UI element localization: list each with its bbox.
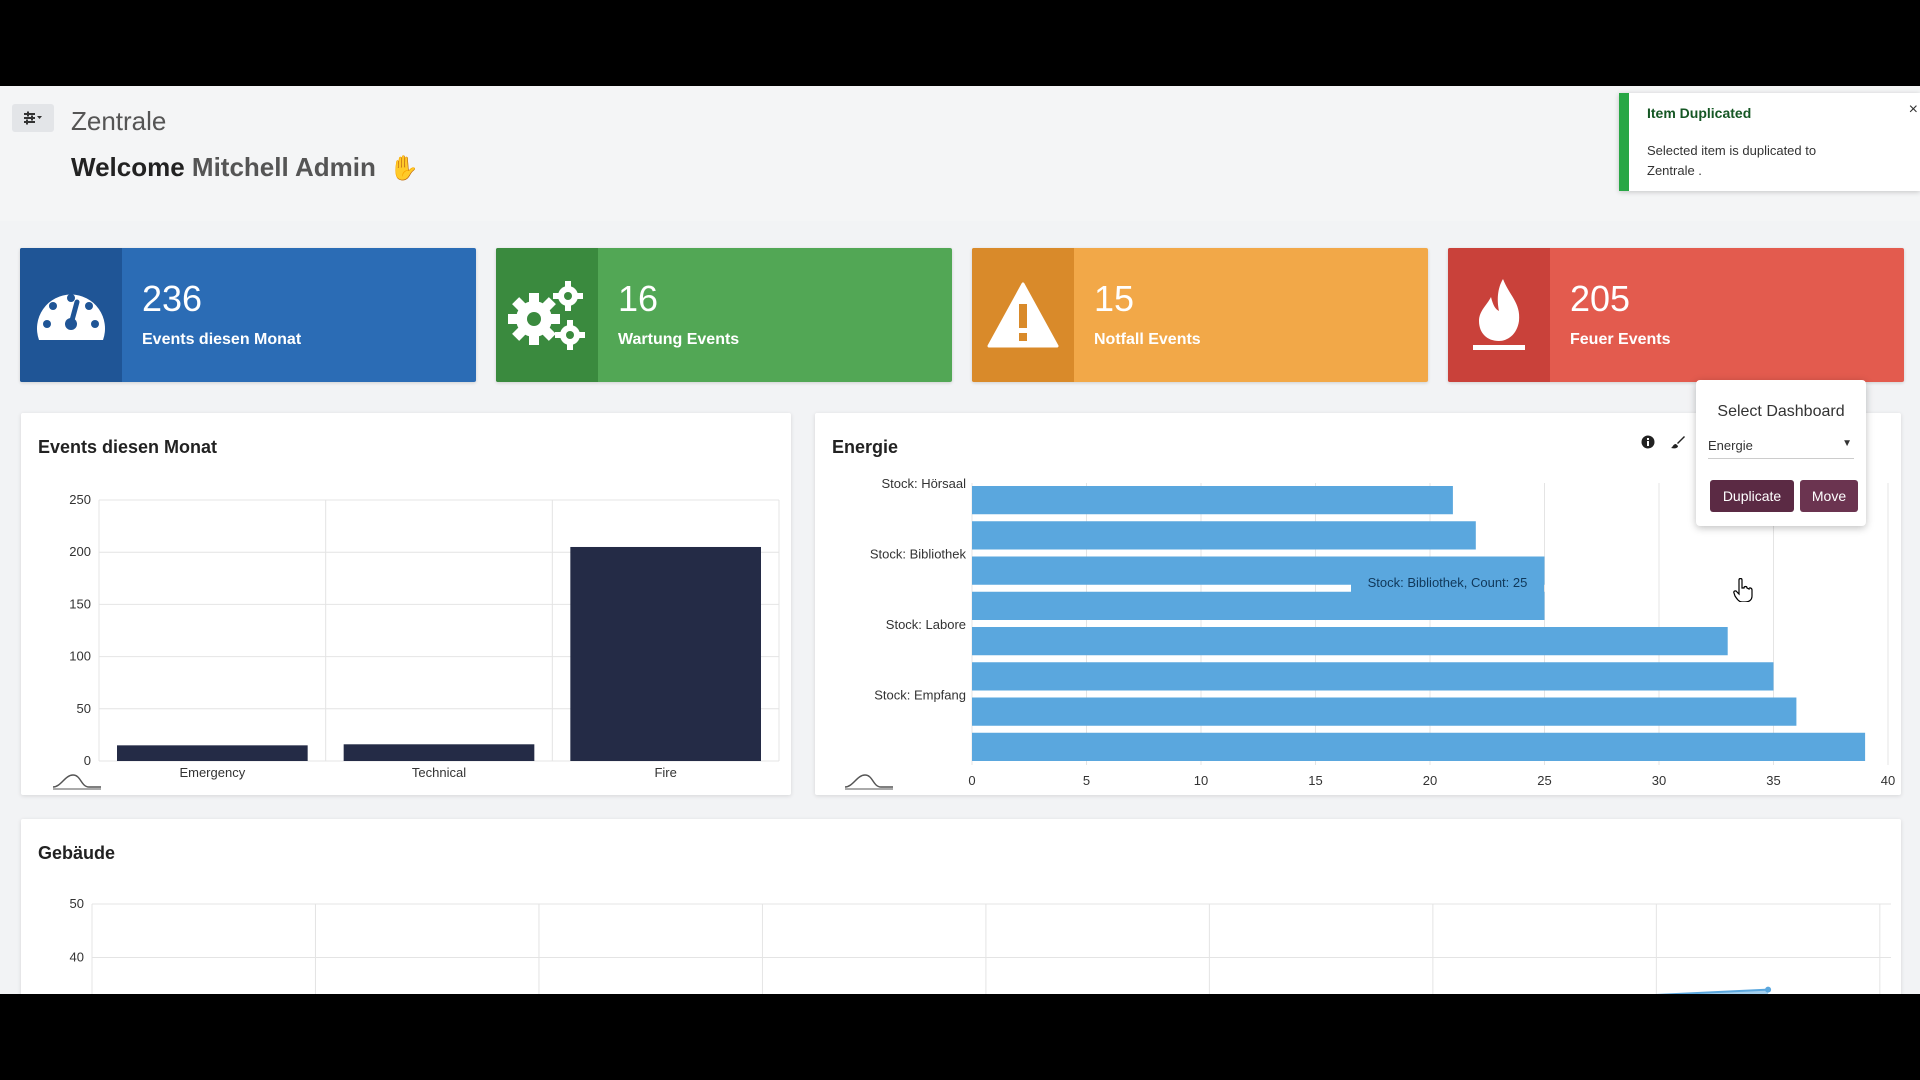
y-tick-label: 0 <box>84 753 91 768</box>
dashboard-title: Zentrale <box>71 106 167 136</box>
move-button[interactable]: Move <box>1800 480 1858 512</box>
kpi-icon-box <box>496 248 598 382</box>
kpi-tile-notfall[interactable]: 15 Notfall Events <box>972 248 1428 382</box>
welcome-message: Welcome Mitchell Admin ✋ <box>71 152 419 183</box>
x-tick-label: 25 <box>1537 773 1551 788</box>
bar <box>972 697 1797 726</box>
tachometer-icon <box>37 294 105 340</box>
kpi-tile-events-month[interactable]: 236 Events diesen Monat <box>20 248 476 382</box>
y-tick-label: Stock: Empfang <box>874 688 966 703</box>
user-name: Mitchell Admin <box>191 152 376 182</box>
select-dashboard-popover: Select Dashboard Energie ▼ Duplicate Mov… <box>1696 380 1866 526</box>
events-bar-chart: 0 50 100 150 200 250 Emergency Technical Fire <box>69 492 780 780</box>
y-tick-label: Stock: Labore <box>886 617 966 632</box>
x-tick-label: Technical <box>412 765 466 780</box>
bar <box>972 486 1453 515</box>
kpi-value: 15 <box>1094 278 1135 319</box>
kpi-tile-feuer[interactable]: 205 Feuer Events <box>1448 248 1904 382</box>
notification-toast: Item Duplicated Selected item is duplica… <box>1619 93 1920 191</box>
x-tick-label: 40 <box>1881 773 1895 788</box>
y-tick-label: 50 <box>70 896 84 911</box>
chart-type-icon[interactable] <box>843 773 895 793</box>
kpi-label: Wartung Events <box>618 331 740 348</box>
bar <box>972 521 1476 550</box>
x-tick-label: 20 <box>1423 773 1437 788</box>
kpi-icon-box <box>972 248 1074 382</box>
chevron-down-icon: ▼ <box>1842 438 1852 449</box>
y-tick-label: 250 <box>69 492 91 507</box>
chart-type-icon[interactable] <box>51 773 103 793</box>
y-tick-label: 150 <box>69 596 91 611</box>
dashboard-app: Zentrale Welcome Mitchell Admin ✋ 236 Ev… <box>0 86 1920 994</box>
hand-cursor-icon <box>1733 578 1753 602</box>
bar <box>972 732 1866 761</box>
y-tick-label: 50 <box>77 701 91 716</box>
filter-button[interactable] <box>12 104 54 132</box>
gebaude-chart-card: Gebäude 40 50 <box>21 819 1901 994</box>
kpi-value: 16 <box>618 278 659 319</box>
duplicate-button[interactable]: Duplicate <box>1710 480 1794 512</box>
bar <box>117 745 308 761</box>
kpi-icon-box <box>20 248 122 382</box>
warning-icon <box>987 282 1059 348</box>
kpi-label: Feuer Events <box>1570 331 1671 348</box>
kpi-icon-box <box>1448 248 1550 382</box>
toast-message: Selected item is duplicated to Zentrale … <box>1647 143 1817 178</box>
dashboard-select-value: Energie <box>1708 438 1753 453</box>
welcome-prefix: Welcome <box>71 152 185 182</box>
data-point <box>1765 986 1772 993</box>
toast-close-button[interactable]: × <box>1909 101 1918 119</box>
fire-icon <box>1473 279 1525 350</box>
toast-title: Item Duplicated <box>1647 105 1752 121</box>
y-tick-label: 200 <box>69 544 91 559</box>
gears-icon <box>508 281 585 350</box>
x-tick-label: 10 <box>1194 773 1208 788</box>
bar <box>972 662 1774 691</box>
x-tick-label: 5 <box>1083 773 1090 788</box>
events-chart-card: Events diesen Monat 0 50 100 150 200 250 Emerg… <box>21 413 791 795</box>
x-tick-label: 15 <box>1308 773 1322 788</box>
y-tick-label: Stock: Hörsaal <box>881 476 966 491</box>
kpi-value: 236 <box>142 278 203 319</box>
kpi-label: Events diesen Monat <box>142 331 302 348</box>
popover-title: Select Dashboard <box>1717 403 1845 420</box>
waving-hand-icon: ✋ <box>389 155 419 182</box>
kpi-tile-wartung[interactable]: 16 Wartung Events <box>496 248 952 382</box>
chart-tooltip: Stock: Bibliothek, Count: 25 <box>1351 567 1544 597</box>
y-tick-label: Stock: Bibliothek <box>870 547 967 562</box>
x-tick-label: 30 <box>1652 773 1666 788</box>
x-tick-label: 35 <box>1766 773 1780 788</box>
y-tick-label: 40 <box>70 950 84 965</box>
y-tick-label: 100 <box>69 649 91 664</box>
x-tick-label: Fire <box>654 765 676 780</box>
bar <box>972 627 1728 656</box>
x-tick-label: Emergency <box>179 765 245 780</box>
kpi-value: 205 <box>1570 278 1631 319</box>
x-tick-label: 0 <box>968 773 975 788</box>
bar <box>570 546 761 761</box>
dashboard-select[interactable]: Energie ▼ <box>1708 432 1854 459</box>
sliders-icon <box>24 111 42 125</box>
bar <box>343 744 535 761</box>
kpi-label: Notfall Events <box>1094 331 1201 348</box>
gebaude-area-chart: 40 50 <box>70 896 1891 994</box>
